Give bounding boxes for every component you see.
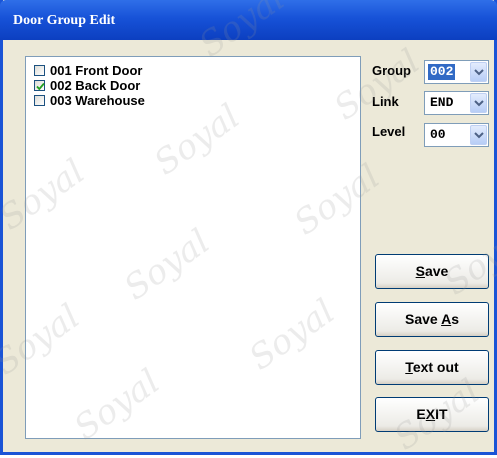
level-select[interactable]: 00 — [424, 123, 489, 147]
list-item-label: 002 Back Door — [50, 78, 141, 93]
list-item-door-002[interactable]: 002 Back Door — [34, 78, 140, 93]
chevron-down-icon — [474, 100, 484, 107]
list-item-door-003[interactable]: 003 Warehouse — [34, 93, 145, 108]
text-out-button[interactable]: Text out — [375, 350, 489, 385]
mnemonic-letter: T — [405, 359, 413, 375]
mnemonic-letter: A — [441, 311, 452, 327]
group-label: Group — [372, 63, 411, 78]
list-item-label: 001 Front Door — [50, 63, 143, 78]
group-value: 002 — [428, 64, 456, 80]
chevron-down-icon — [474, 132, 484, 139]
mnemonic-letter: X — [425, 406, 436, 422]
chevron-down-icon — [474, 69, 484, 76]
level-dropdown-button[interactable] — [470, 125, 487, 145]
list-item-door-001[interactable]: 001 Front Door — [34, 63, 142, 78]
window-title: Door Group Edit — [13, 13, 116, 28]
exit-button[interactable]: EXIT — [375, 397, 489, 432]
link-dropdown-button[interactable] — [470, 93, 487, 113]
level-label: Level — [372, 124, 406, 139]
link-value: END — [430, 95, 454, 110]
link-select[interactable]: END — [424, 91, 489, 115]
check-icon — [36, 82, 45, 91]
checkbox[interactable] — [34, 65, 45, 76]
level-value: 00 — [430, 127, 446, 142]
link-label: Link — [372, 94, 399, 109]
title-bar[interactable]: Door Group Edit — [0, 0, 497, 40]
mnemonic-letter: S — [415, 263, 425, 279]
group-select[interactable]: 002 — [424, 60, 489, 84]
door-group-edit-window: Door Group Edit 001 Front Door 002 Back … — [0, 0, 497, 455]
save-as-button[interactable]: Save As — [375, 302, 489, 337]
checkbox[interactable] — [34, 95, 45, 106]
group-dropdown-button[interactable] — [470, 62, 487, 82]
door-list[interactable]: 001 Front Door 002 Back Door 003 Warehou… — [25, 56, 361, 439]
save-button[interactable]: Save — [375, 254, 489, 289]
list-item-label: 003 Warehouse — [50, 93, 145, 108]
checkbox[interactable] — [34, 80, 45, 91]
